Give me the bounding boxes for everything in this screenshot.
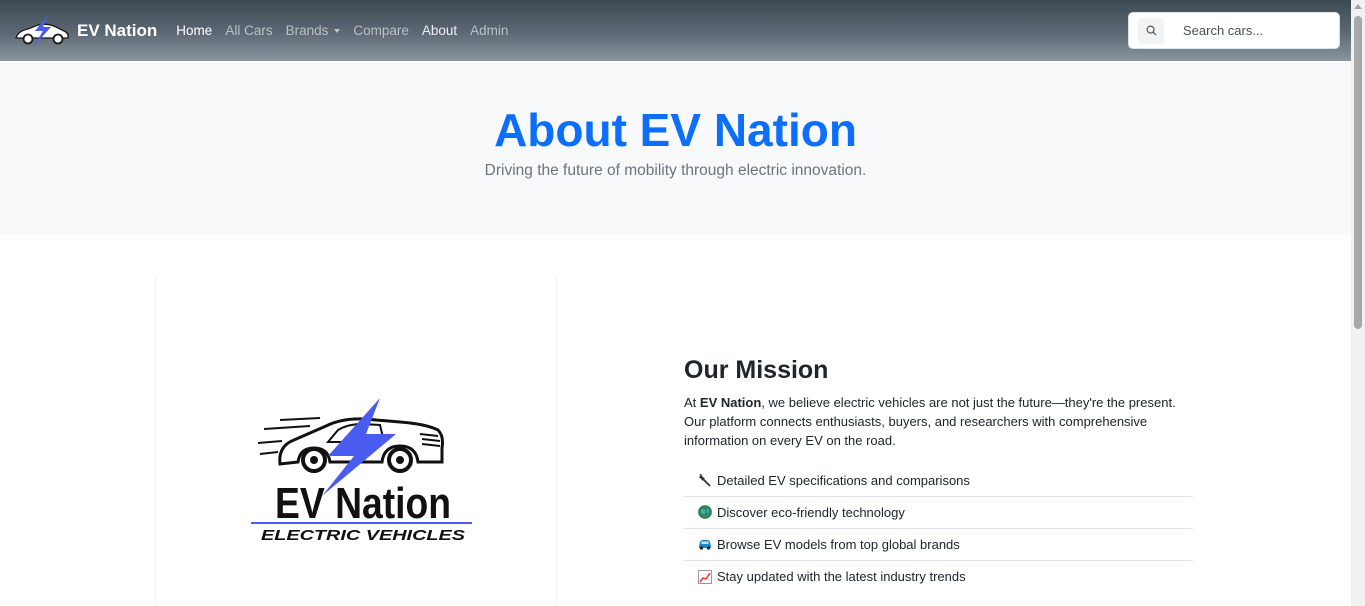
car-icon bbox=[698, 537, 712, 551]
brand-name: EV Nation bbox=[77, 20, 158, 40]
logo-wordmark: EV Nation bbox=[275, 479, 451, 528]
mission-section: Our Mission At EV Nation, we believe ele… bbox=[684, 356, 1193, 593]
scroll-up-arrow-icon[interactable] bbox=[1354, 4, 1362, 9]
chart-icon bbox=[698, 569, 712, 584]
page-title: About EV Nation bbox=[494, 104, 857, 156]
hero-section: About EV Nation Driving the future of mo… bbox=[0, 61, 1351, 235]
feature-item: Detailed EV specifications and compariso… bbox=[684, 464, 1193, 497]
nav-compare[interactable]: Compare bbox=[353, 23, 409, 38]
nav-home[interactable]: Home bbox=[176, 23, 212, 38]
nav-brands-label: Brands bbox=[285, 23, 329, 38]
scroll-thumb[interactable] bbox=[1354, 16, 1362, 329]
search-button[interactable] bbox=[1138, 17, 1164, 44]
caret-down-icon bbox=[334, 28, 341, 33]
logo-card: EV Nation ELECTRIC VEHICLES bbox=[155, 276, 557, 606]
feature-item: Stay updated with the latest industry tr… bbox=[684, 560, 1193, 593]
page-scrollbar[interactable] bbox=[1351, 0, 1365, 606]
search-icon bbox=[1146, 25, 1157, 36]
page-subtitle: Driving the future of mobility through e… bbox=[484, 162, 867, 179]
nav-admin[interactable]: Admin bbox=[470, 23, 508, 38]
logo-tagline: ELECTRIC VEHICLES bbox=[261, 527, 465, 544]
mission-text-brand: EV Nation bbox=[699, 395, 762, 410]
mission-title: Our Mission bbox=[684, 356, 829, 384]
brand-logo-icon bbox=[15, 14, 69, 47]
mission-text: At EV Nation, we believe electric vehicl… bbox=[684, 393, 1193, 450]
globe-icon bbox=[698, 505, 712, 519]
nav-links: Home All Cars Brands Compare About Admin bbox=[176, 23, 521, 38]
feature-item: Discover eco-friendly technology bbox=[684, 496, 1193, 529]
nav-brands-dropdown[interactable]: Brands bbox=[286, 23, 341, 38]
nav-all-cars[interactable]: All Cars bbox=[225, 23, 272, 38]
feature-list: Detailed EV specifications and compariso… bbox=[684, 464, 1193, 593]
feature-item: Browse EV models from top global brands bbox=[684, 528, 1193, 561]
ev-nation-logo: EV Nation ELECTRIC VEHICLES bbox=[251, 398, 472, 544]
navbar: EV Nation Home All Cars Brands Compare A… bbox=[0, 0, 1351, 61]
nav-about[interactable]: About bbox=[422, 23, 457, 38]
feature-label: Discover eco-friendly technology bbox=[717, 504, 905, 520]
search-input[interactable] bbox=[1183, 23, 1333, 38]
plug-icon bbox=[698, 473, 712, 487]
feature-label: Stay updated with the latest industry tr… bbox=[717, 569, 966, 584]
mission-text-prefix: At bbox=[684, 395, 700, 410]
search-box bbox=[1128, 12, 1340, 49]
brand-link[interactable]: EV Nation bbox=[12, 14, 157, 48]
feature-label: Browse EV models from top global brands bbox=[717, 536, 960, 552]
feature-label: Detailed EV specifications and compariso… bbox=[717, 472, 970, 488]
